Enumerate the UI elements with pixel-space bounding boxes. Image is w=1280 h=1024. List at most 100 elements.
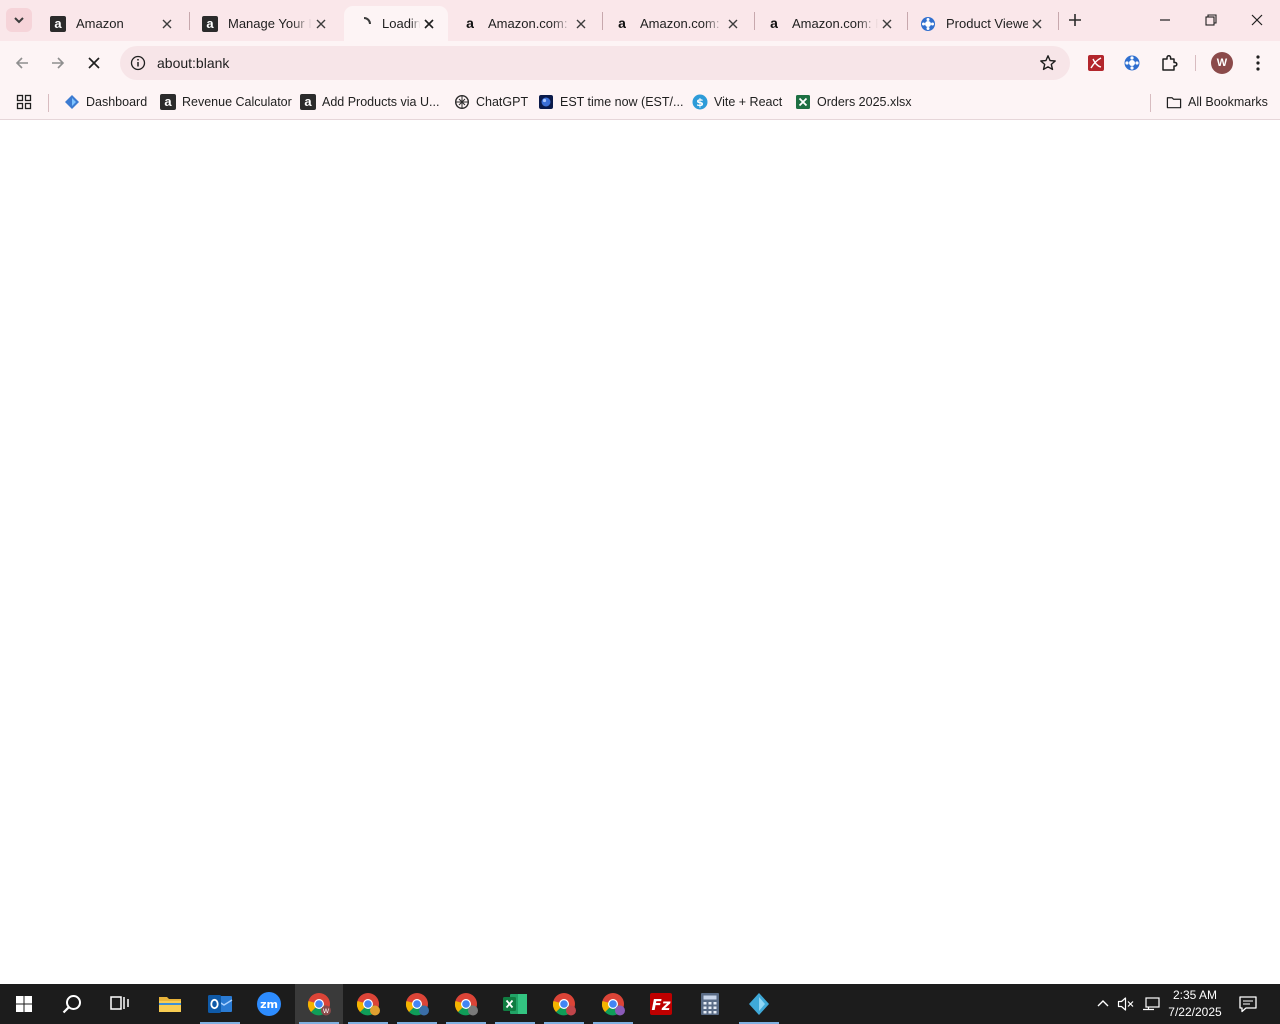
bookmark-orders-xlsx[interactable]: Orders 2025.xlsx [795, 91, 911, 113]
bookmark-add-products[interactable]: a Add Products via U... [300, 91, 439, 113]
chrome-icon: W [307, 993, 331, 1016]
bookmark-dashboard[interactable]: Dashboard [64, 91, 147, 113]
zoom-icon: zm [257, 992, 281, 1016]
pdf-extension-icon[interactable] [1084, 51, 1108, 75]
start-icon [16, 996, 32, 1012]
arrow-left-icon [15, 57, 28, 69]
bookmark-label: Dashboard [86, 95, 148, 109]
bookmark-vite-react[interactable]: $ Vite + React [692, 91, 782, 113]
tab-title: Amazon [76, 16, 124, 31]
address-bar[interactable]: about:blank [120, 46, 1070, 80]
vite-icon: $ [692, 94, 708, 110]
tab-amazon-product[interactable]: a Amazon.com: Product [450, 6, 600, 41]
chrome-icon [454, 993, 478, 1016]
excel-icon [503, 994, 527, 1014]
bookmark-label: Orders 2025.xlsx [817, 95, 912, 109]
close-icon[interactable] [724, 15, 742, 33]
close-icon[interactable] [1028, 15, 1046, 33]
extension-icon[interactable] [1120, 51, 1144, 75]
close-icon[interactable] [158, 15, 176, 33]
forward-button[interactable] [42, 47, 74, 79]
tab-title: Product Viewer [946, 16, 1028, 31]
taskbar-search-button[interactable] [48, 984, 96, 1024]
bookmark-revenue-calculator[interactable]: a Revenue Calculator [160, 91, 292, 113]
bookmarks-bar: Dashboard a Revenue Calculator a Add Pro… [0, 85, 1280, 120]
minimize-button[interactable] [1142, 0, 1188, 40]
amazon-icon: a [300, 94, 316, 110]
chrome-taskbar[interactable] [589, 984, 637, 1024]
chrome-taskbar[interactable] [442, 984, 490, 1024]
profile-avatar[interactable]: W [1211, 52, 1233, 74]
tab-amazon-product[interactable]: a Amazon.com: Product [602, 6, 752, 41]
task-view-button[interactable] [96, 984, 144, 1024]
close-icon [1251, 14, 1263, 26]
close-icon[interactable] [420, 15, 438, 33]
extensions-puzzle-icon[interactable] [1157, 51, 1181, 75]
amazon-icon: a [160, 94, 176, 110]
product-viewer-icon [920, 16, 936, 32]
tab-title: Amazon.com: Product [640, 16, 724, 31]
info-icon[interactable] [128, 53, 148, 73]
start-button[interactable] [0, 984, 48, 1024]
all-bookmarks-button[interactable]: All Bookmarks [1166, 91, 1268, 113]
amazon-icon: a [50, 15, 66, 32]
new-tab-button[interactable] [1063, 8, 1087, 32]
bookmarks-separator [48, 94, 49, 112]
taskbar-clock[interactable]: 2:35 AM 7/22/2025 [1162, 987, 1228, 1021]
restore-button[interactable] [1188, 0, 1234, 40]
bookmarks-separator [1150, 94, 1151, 112]
close-window-button[interactable] [1234, 0, 1280, 40]
show-hidden-icons[interactable] [1093, 994, 1113, 1014]
bookmark-est-time[interactable]: EST time now (EST/... [538, 91, 683, 113]
chrome-icon [601, 993, 625, 1016]
amazon-icon: a [618, 14, 626, 31]
stop-loading-button[interactable] [78, 47, 110, 79]
amazon-icon: a [770, 14, 778, 31]
chevron-down-icon [14, 17, 24, 24]
chrome-icon [356, 993, 380, 1016]
tab-search-button[interactable] [6, 8, 32, 32]
svg-text:Fz: Fz [652, 996, 671, 1014]
file-explorer-taskbar[interactable] [146, 984, 194, 1024]
minimize-icon [1160, 19, 1170, 21]
bookmark-chatgpt[interactable]: ChatGPT [454, 91, 528, 113]
close-icon[interactable] [572, 15, 590, 33]
tab-manage-inventory[interactable]: a Manage Your Inventory [190, 6, 340, 41]
notifications-icon[interactable] [1238, 994, 1258, 1014]
back-button[interactable] [6, 47, 38, 79]
tab-title: Loading... [382, 16, 420, 31]
outlook-taskbar[interactable] [196, 984, 244, 1024]
search-icon [62, 995, 81, 1014]
more-menu-icon[interactable] [1246, 51, 1270, 75]
clock-time: 2:35 AM [1172, 988, 1218, 1002]
clock-date: 7/22/2025 [1168, 1005, 1222, 1019]
volume-muted-icon[interactable] [1116, 994, 1136, 1014]
chrome-taskbar[interactable] [344, 984, 392, 1024]
chrome-taskbar-active[interactable]: W [295, 984, 343, 1024]
chrome-taskbar[interactable] [393, 984, 441, 1024]
zoom-taskbar[interactable]: zm [245, 984, 293, 1024]
tab-product-viewer[interactable]: Product Viewer [908, 6, 1056, 41]
tab-amazon[interactable]: a Amazon [38, 6, 186, 41]
filezilla-taskbar[interactable]: Fz [637, 984, 685, 1024]
excel-taskbar[interactable] [491, 984, 539, 1024]
folder-icon [1166, 94, 1182, 110]
chrome-taskbar[interactable] [540, 984, 588, 1024]
close-icon[interactable] [878, 15, 896, 33]
address-url[interactable]: about:blank [157, 55, 229, 71]
bookmark-star-icon[interactable] [1038, 53, 1058, 73]
close-icon [88, 57, 100, 69]
tab-strip: a Amazon a Manage Your Inventory Loading… [0, 0, 1280, 41]
close-icon[interactable] [312, 15, 330, 33]
task-view-icon [110, 996, 129, 1010]
tab-loading[interactable]: Loading... [344, 6, 448, 41]
app-taskbar[interactable] [735, 984, 783, 1024]
plus-icon [1069, 14, 1081, 26]
calculator-taskbar[interactable] [686, 984, 734, 1024]
all-bookmarks-label: All Bookmarks [1188, 95, 1268, 109]
restore-icon [1205, 14, 1217, 26]
tab-amazon-product[interactable]: a Amazon.com: Product [754, 6, 906, 41]
outlook-icon [208, 995, 233, 1013]
network-icon[interactable] [1141, 994, 1161, 1014]
apps-button[interactable] [16, 91, 38, 113]
